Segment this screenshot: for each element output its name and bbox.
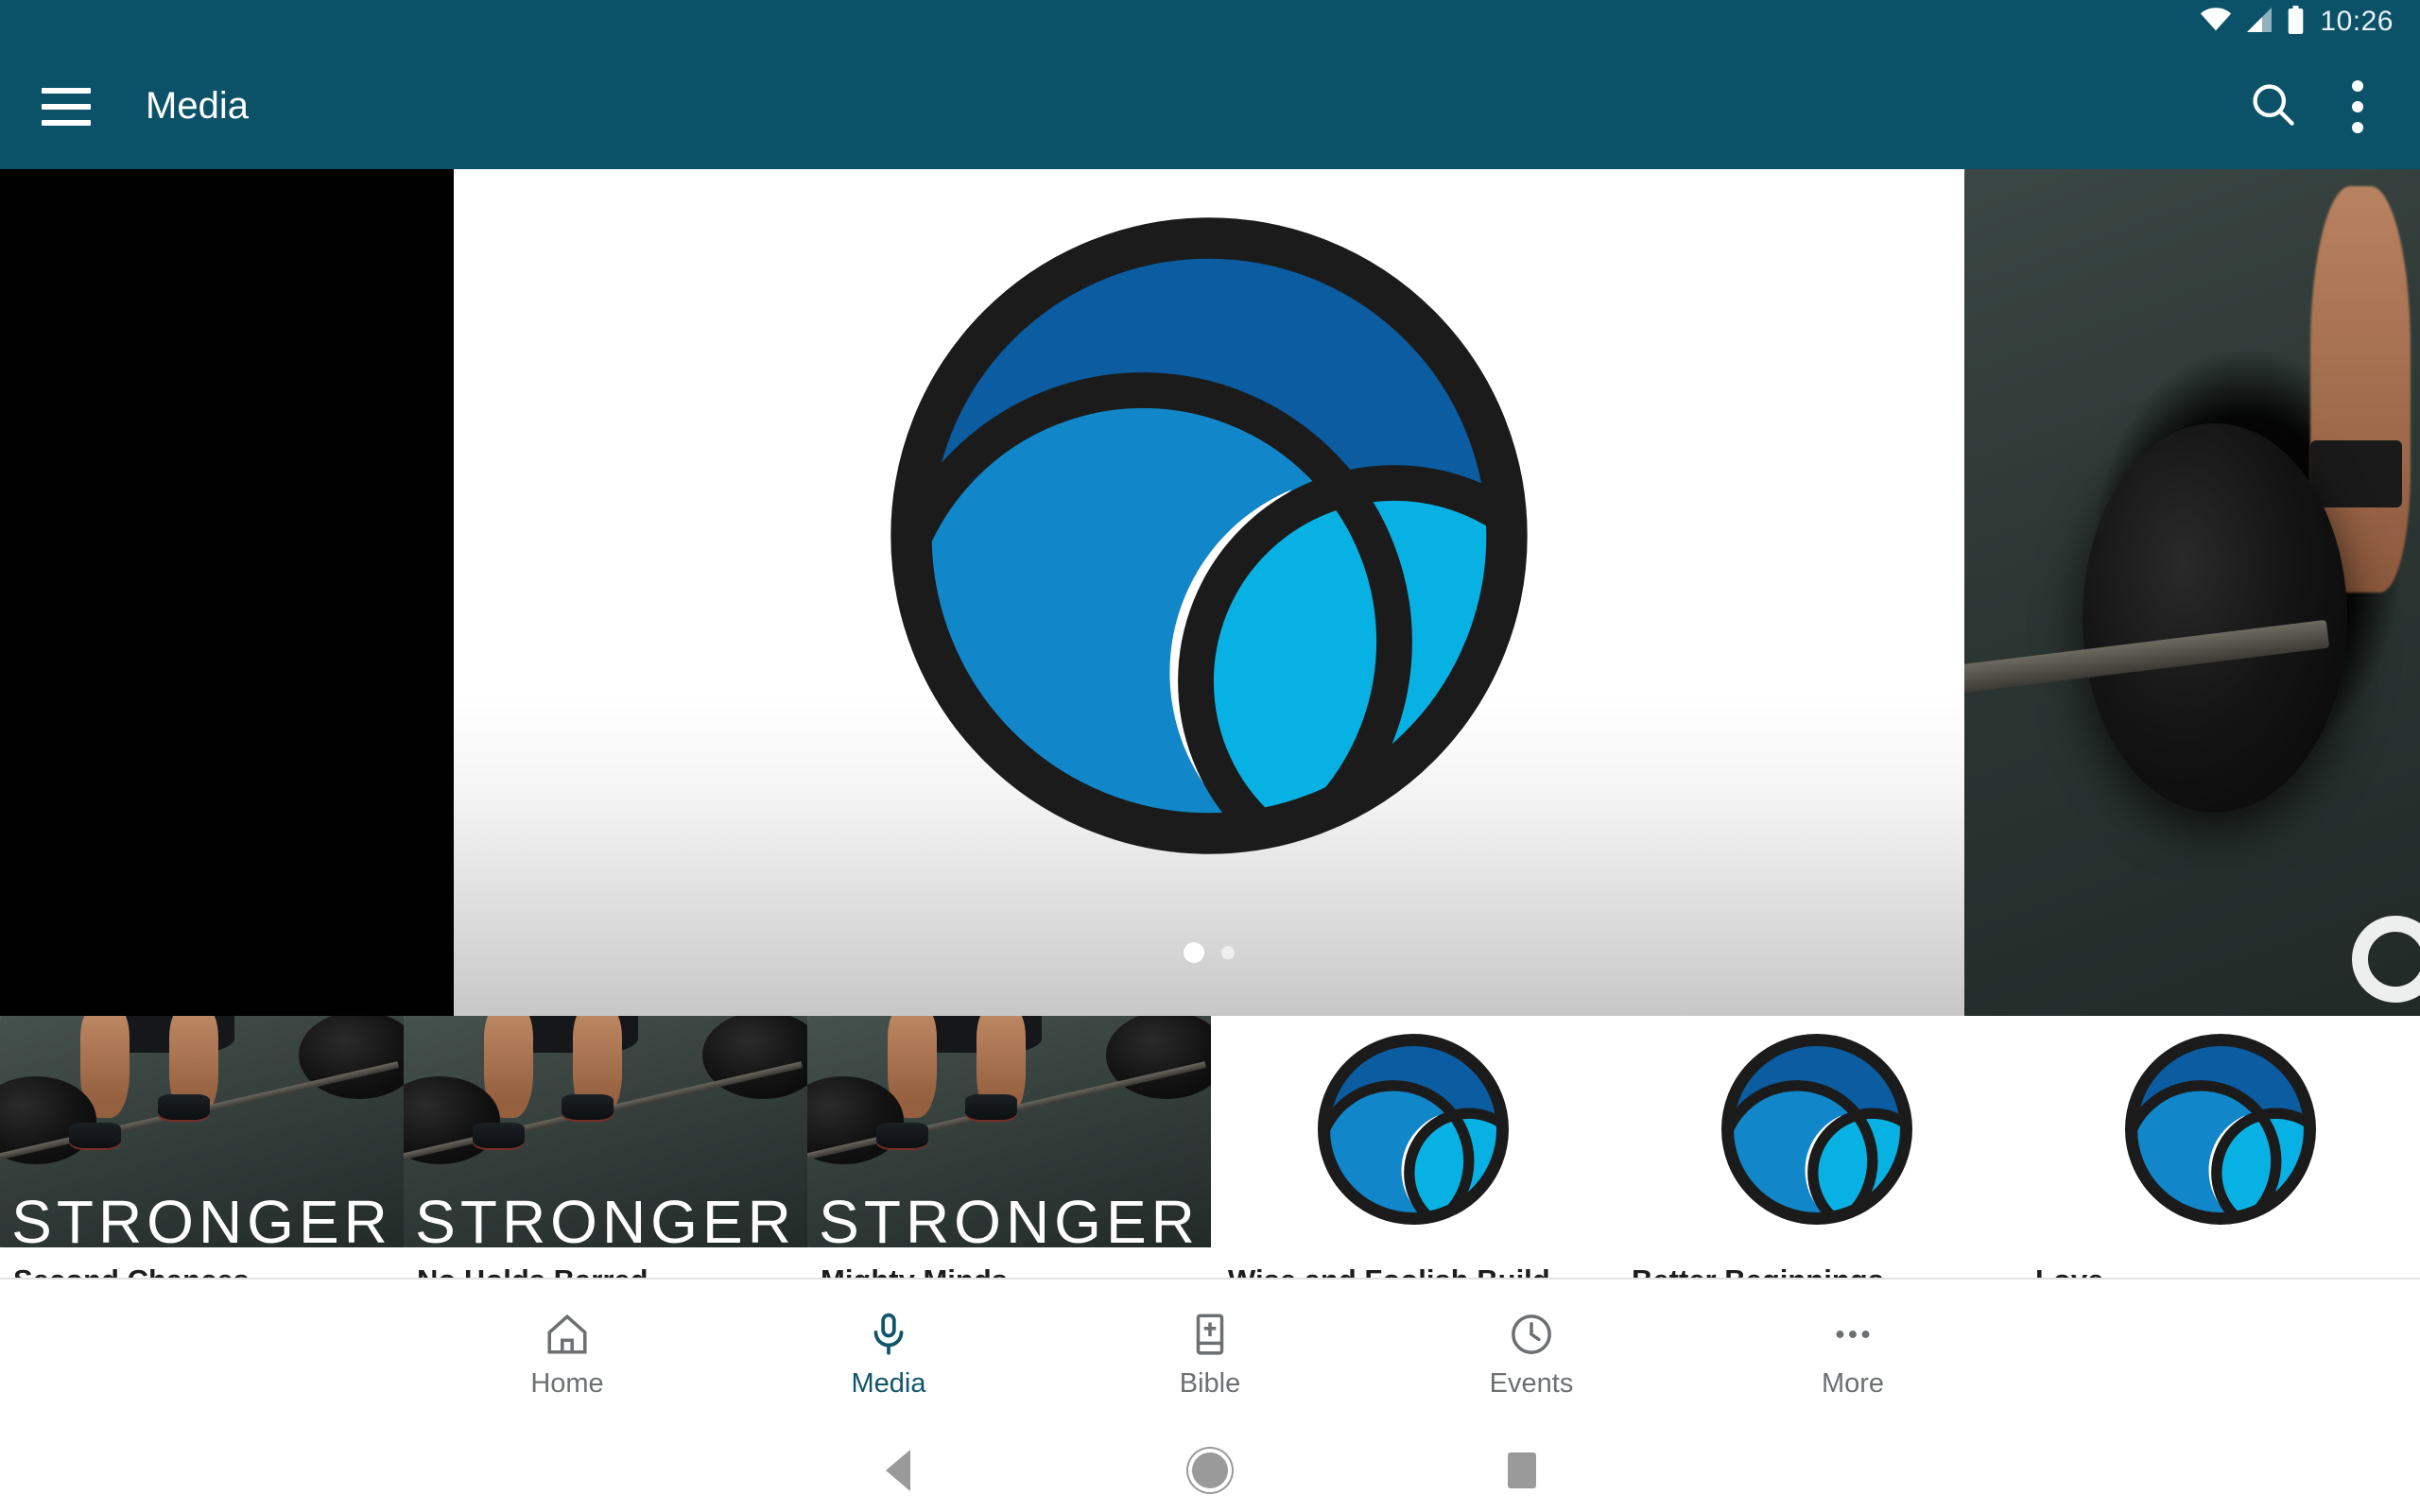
status-bar-clock: 10:26 bbox=[2320, 6, 2394, 37]
hamburger-menu-icon[interactable] bbox=[42, 87, 91, 126]
media-thumbnail[interactable] bbox=[1211, 1016, 1615, 1247]
nav-label: Bible bbox=[1179, 1367, 1241, 1399]
barbell-plate bbox=[2083, 422, 2347, 813]
app-screen: 10:26 Media STRONGER STRONGER STRONGER H… bbox=[0, 0, 2420, 1512]
android-back-button[interactable] bbox=[742, 1450, 1054, 1491]
overflow-menu-icon[interactable] bbox=[2352, 79, 2363, 133]
home-circle-icon bbox=[1192, 1452, 1228, 1488]
nav-label: Events bbox=[1489, 1367, 1574, 1399]
nav-item-home[interactable]: Home bbox=[406, 1310, 728, 1400]
media-thumbnail[interactable] bbox=[1615, 1016, 2018, 1247]
recents-square-icon bbox=[1508, 1452, 1536, 1488]
nav-label: More bbox=[1821, 1367, 1885, 1399]
brand-logo-icon bbox=[1314, 1030, 1512, 1233]
brand-logo-icon bbox=[878, 205, 1540, 871]
home-icon bbox=[543, 1310, 592, 1359]
thumbnail-overlay-text: STRONGER bbox=[819, 1188, 1200, 1247]
back-triangle-icon bbox=[886, 1450, 910, 1491]
cellular-signal-icon bbox=[2245, 7, 2273, 37]
nav-item-media[interactable]: Media bbox=[728, 1310, 1049, 1400]
carousel-slide-next[interactable] bbox=[1964, 169, 2420, 1016]
media-thumbnail[interactable]: STRONGER bbox=[807, 1016, 1211, 1247]
clock-icon bbox=[1507, 1310, 1556, 1359]
gym-thumbnail-photo: STRONGER bbox=[0, 1016, 404, 1247]
gym-photo bbox=[1964, 169, 2420, 1016]
carousel-slide-previous[interactable] bbox=[0, 169, 454, 1016]
nav-item-events[interactable]: Events bbox=[1371, 1310, 1692, 1400]
featured-carousel[interactable] bbox=[0, 169, 2420, 1016]
page-title: Media bbox=[146, 85, 249, 127]
bottom-navigation: Home Media Bible Events More bbox=[0, 1278, 2420, 1429]
nav-item-bible[interactable]: Bible bbox=[1049, 1310, 1371, 1400]
wrist-wrap bbox=[2310, 439, 2402, 508]
android-recents-button[interactable] bbox=[1366, 1452, 1678, 1488]
carousel-pagination[interactable] bbox=[454, 942, 1964, 963]
android-home-button[interactable] bbox=[1054, 1452, 1366, 1488]
status-bar: 10:26 bbox=[0, 0, 2420, 43]
overlay-letter-o bbox=[2352, 916, 2420, 1003]
nav-label: Home bbox=[530, 1367, 604, 1399]
app-bar-actions bbox=[2248, 79, 2363, 133]
status-icons bbox=[2200, 5, 2305, 39]
app-bar: Media bbox=[0, 43, 2420, 169]
media-thumbnail[interactable]: STRONGER bbox=[404, 1016, 807, 1247]
more-dots-icon bbox=[1828, 1310, 1877, 1359]
thumbnail-overlay-text: STRONGER bbox=[415, 1188, 796, 1247]
wifi-icon bbox=[2200, 7, 2232, 37]
nav-label: Media bbox=[851, 1367, 926, 1399]
carousel-slide-current[interactable] bbox=[454, 169, 1964, 1016]
bible-book-icon bbox=[1185, 1310, 1235, 1359]
media-thumbnail[interactable]: STRONGER bbox=[0, 1016, 404, 1247]
brand-logo-icon bbox=[1718, 1030, 1916, 1233]
thumbnail-overlay-text: STRONGER bbox=[11, 1188, 392, 1247]
android-navigation-bar bbox=[0, 1429, 2420, 1512]
media-thumbnail[interactable] bbox=[2018, 1016, 2420, 1247]
brand-logo-icon bbox=[2121, 1030, 2320, 1233]
battery-icon bbox=[2287, 5, 2305, 39]
carousel-dot-2[interactable] bbox=[1221, 946, 1235, 959]
gym-thumbnail-photo: STRONGER bbox=[807, 1016, 1211, 1247]
nav-item-more[interactable]: More bbox=[1692, 1310, 2014, 1400]
microphone-icon bbox=[864, 1310, 913, 1359]
gym-thumbnail-photo: STRONGER bbox=[404, 1016, 807, 1247]
search-icon[interactable] bbox=[2248, 79, 2297, 133]
carousel-dot-1[interactable] bbox=[1184, 942, 1204, 963]
